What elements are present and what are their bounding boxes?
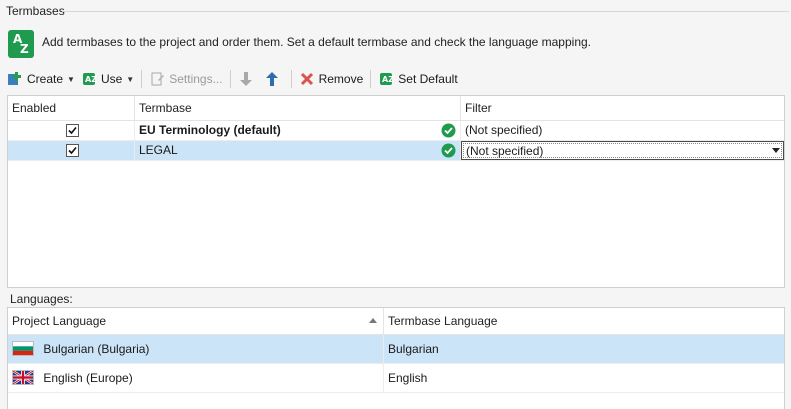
filter-dropdown-value: (Not specified): [466, 144, 544, 158]
sort-ascending-icon: [369, 318, 377, 323]
project-language-value: English (Europe): [43, 371, 133, 385]
create-button[interactable]: Create ▼: [4, 68, 78, 90]
set-default-label: Set Default: [398, 72, 458, 86]
remove-label: Remove: [318, 72, 364, 86]
remove-button[interactable]: Remove: [296, 68, 367, 90]
filter-dropdown[interactable]: (Not specified): [461, 141, 784, 160]
toolbar: Create ▼ AZ Use ▼ Settings... Remove AZ …: [4, 68, 784, 90]
filter-value: (Not specified): [465, 123, 543, 137]
termbase-language-cell[interactable]: English: [384, 364, 784, 392]
set-default-termbase-icon: AZ: [378, 71, 394, 87]
arrow-up-icon: [264, 71, 280, 87]
set-default-button[interactable]: AZ Set Default: [375, 68, 460, 90]
move-down-button[interactable]: [235, 68, 261, 90]
language-row[interactable]: English (Europe) English: [8, 364, 784, 393]
column-header-project-language[interactable]: Project Language: [8, 308, 384, 335]
column-header-termbase-language[interactable]: Termbase Language: [384, 308, 784, 335]
filter-cell[interactable]: (Not specified): [461, 121, 784, 140]
status-ok-icon: [441, 123, 456, 138]
use-button[interactable]: AZ Use ▼: [78, 68, 137, 90]
use-label: Use: [100, 72, 123, 86]
termbase-az-icon: AZ: [8, 30, 34, 58]
use-termbase-icon: AZ: [81, 71, 97, 87]
filter-cell[interactable]: (Not specified): [461, 141, 784, 160]
languages-grid: Project Language Termbase Language Bulga…: [7, 307, 785, 409]
languages-grid-header: Project Language Termbase Language: [8, 308, 784, 335]
use-chevron-down-icon: ▼: [126, 74, 135, 84]
column-header-termbase[interactable]: Termbase: [135, 96, 461, 121]
termbase-name-cell: EU Terminology (default): [135, 121, 461, 140]
project-language-header-label: Project Language: [12, 314, 107, 328]
chevron-down-icon[interactable]: [772, 148, 780, 153]
settings-doc-icon: [149, 71, 165, 87]
toolbar-separator: [141, 70, 143, 88]
svg-text:AZ: AZ: [85, 75, 97, 84]
settings-label: Settings...: [169, 72, 223, 86]
project-language-cell: Bulgarian (Bulgaria): [8, 335, 384, 363]
header-description: Add termbases to the project and order t…: [42, 35, 592, 49]
language-row[interactable]: Bulgarian (Bulgaria) Bulgarian: [8, 335, 784, 364]
remove-x-icon: [299, 71, 315, 87]
status-ok-icon: [441, 143, 456, 158]
create-plus-icon: [7, 71, 23, 87]
termbase-name: EU Terminology (default): [139, 123, 281, 137]
enabled-cell: [8, 141, 135, 160]
languages-label: Languages:: [10, 292, 73, 306]
termbase-row[interactable]: EU Terminology (default) (Not specified): [8, 121, 784, 141]
eu-flag-icon: [12, 370, 34, 386]
termbase-name: LEGAL: [139, 143, 178, 157]
bulgaria-flag-icon: [12, 341, 34, 357]
section-divider: [62, 11, 789, 12]
termbase-grid: Enabled Termbase Filter EU Terminology (…: [7, 95, 785, 288]
create-label: Create: [27, 72, 64, 86]
toolbar-separator: [229, 70, 231, 88]
header: AZ Add termbases to the project and orde…: [8, 28, 778, 60]
enabled-checkbox[interactable]: [66, 144, 79, 157]
move-up-button[interactable]: [261, 68, 287, 90]
enabled-checkbox[interactable]: [66, 124, 79, 137]
project-language-value: Bulgarian (Bulgaria): [43, 342, 150, 356]
termbase-language-cell[interactable]: Bulgarian: [384, 335, 784, 363]
settings-button[interactable]: Settings...: [146, 68, 225, 90]
enabled-cell: [8, 121, 135, 140]
termbase-name-cell: LEGAL: [135, 141, 461, 160]
create-chevron-down-icon: ▼: [67, 74, 75, 84]
termbase-row[interactable]: LEGAL (Not specified): [8, 141, 784, 161]
toolbar-separator: [290, 70, 292, 88]
project-language-cell: English (Europe): [8, 364, 384, 392]
termbase-grid-header: Enabled Termbase Filter: [8, 96, 784, 121]
toolbar-separator: [370, 70, 372, 88]
termbase-language-value: Bulgarian: [388, 342, 439, 356]
svg-text:AZ: AZ: [382, 75, 394, 84]
arrow-down-icon: [238, 71, 254, 87]
termbase-language-value: English: [388, 371, 428, 385]
column-header-filter[interactable]: Filter: [461, 96, 784, 121]
section-title: Termbases: [6, 4, 65, 18]
column-header-enabled[interactable]: Enabled: [8, 96, 135, 121]
